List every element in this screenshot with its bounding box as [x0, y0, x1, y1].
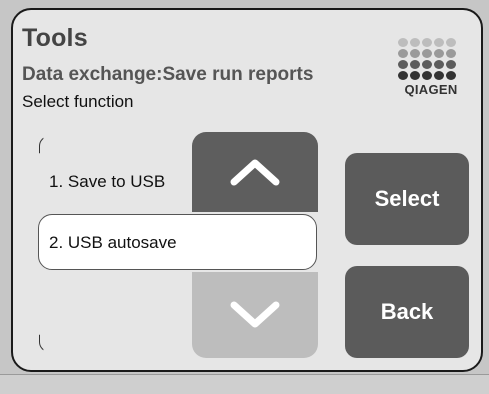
list-item-label: 2. USB autosave: [49, 233, 177, 252]
device-bottom-strip: [0, 374, 489, 394]
qiagen-logo: QIAGEN: [392, 38, 470, 100]
scroll-up-button[interactable]: [192, 132, 318, 212]
select-button[interactable]: Select: [345, 153, 469, 245]
page-title: Tools: [22, 24, 88, 52]
scroll-down-button[interactable]: [192, 272, 318, 358]
back-button[interactable]: Back: [345, 266, 469, 358]
chevron-down-icon: [230, 301, 280, 328]
list-item-usb-autosave[interactable]: 2. USB autosave: [38, 214, 317, 270]
instruction-text: Select function: [22, 92, 134, 111]
logo-wordmark: QIAGEN: [404, 82, 458, 97]
list-item-save-to-usb[interactable]: 1. Save to USB: [49, 172, 165, 192]
chevron-up-icon: [230, 159, 280, 186]
logo-dot-grid: [398, 38, 456, 82]
page-subtitle: Data exchange:Save run reports: [22, 64, 314, 85]
